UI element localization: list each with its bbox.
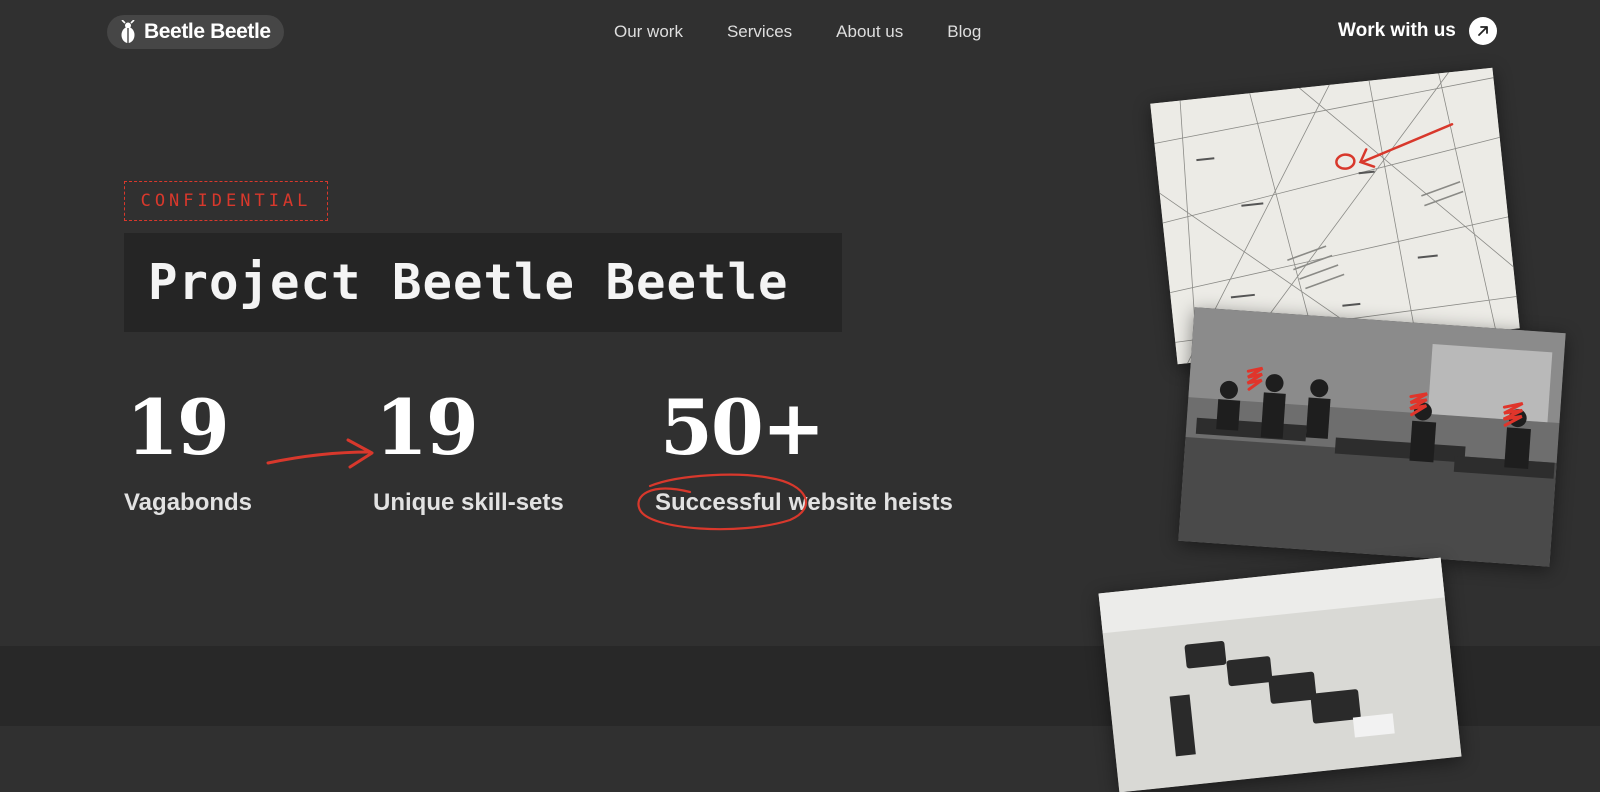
beetle-icon [118,20,138,44]
nav-services[interactable]: Services [727,20,792,44]
nav-blog[interactable]: Blog [947,20,981,44]
stat-skillsets-value: 19 [375,383,479,472]
stat-heists-label-highlight: Successful [655,489,782,516]
stat-heists-value: 50+ [660,383,825,472]
stat-heists-label-rest: website heists [788,489,953,516]
stat-vagabonds-label: Vagabonds [124,489,253,516]
office-photo-image [1178,307,1566,567]
nav-about-us[interactable]: About us [836,20,903,44]
page-title: Project Beetle Beetle [148,254,789,311]
typewriters-photo-image [1098,557,1462,792]
arrow-up-right-icon [1468,17,1497,45]
title-box: Project Beetle Beetle [124,233,842,332]
logo-link[interactable]: Beetle Beetle [107,15,284,49]
work-with-us-button[interactable]: Work with us [1338,17,1497,45]
main-nav: Our work Services About us Blog [614,20,981,44]
confidential-stamp: CONFIDENTIAL [124,181,328,221]
stat-vagabonds-value: 19 [126,383,230,472]
stat-skillsets-label: Unique skill-sets [373,489,564,516]
stat-heists-label: Successful website heists [655,488,953,518]
nav-our-work[interactable]: Our work [614,20,683,44]
arrow-annotation [266,438,374,469]
logo-text: Beetle Beetle [144,20,271,43]
cta-label: Work with us [1338,20,1456,41]
